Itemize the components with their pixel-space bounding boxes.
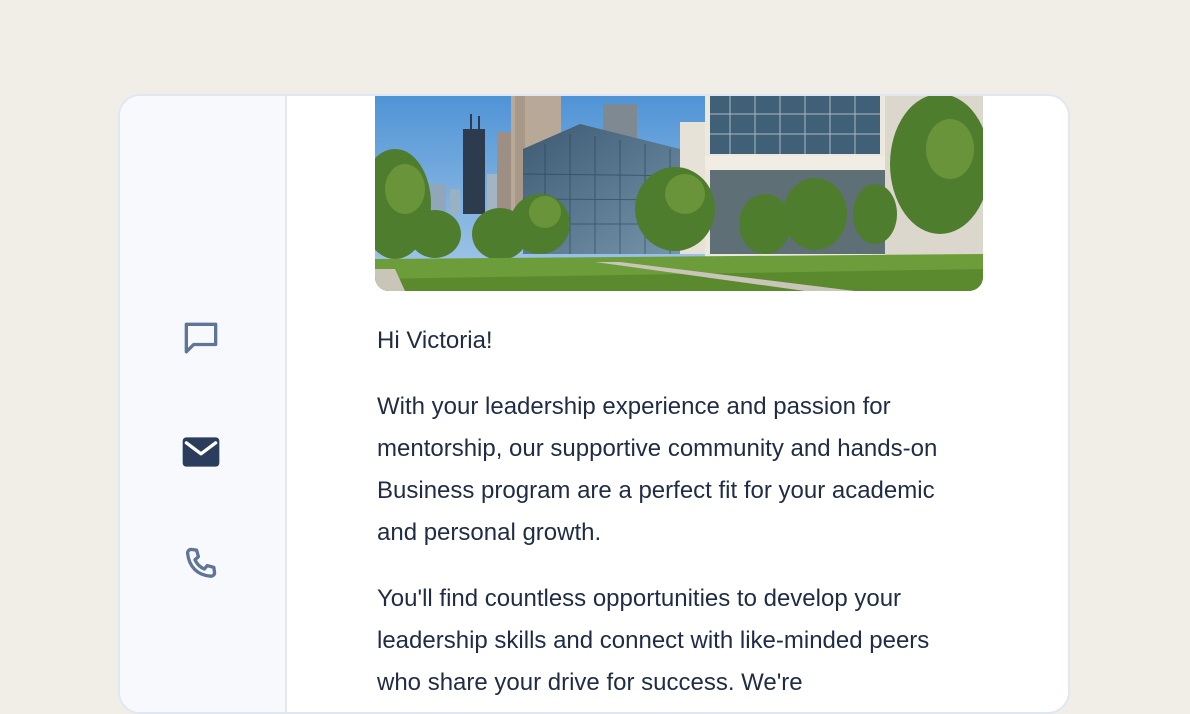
message-body: Hi Victoria! With your leadership experi… [377, 320, 977, 712]
mail-icon[interactable] [178, 429, 224, 475]
message-paragraph-1: With your leadership experience and pass… [377, 393, 938, 546]
phone-icon[interactable] [178, 542, 224, 588]
campus-hero-image [375, 96, 983, 291]
message-card: Hi Victoria! With your leadership experi… [118, 94, 1070, 714]
contact-sidebar [120, 96, 287, 712]
greeting-text: Hi Victoria! [377, 327, 493, 354]
chat-icon[interactable] [178, 316, 224, 362]
message-paragraph-2: You'll find countless opportunities to d… [377, 585, 930, 696]
